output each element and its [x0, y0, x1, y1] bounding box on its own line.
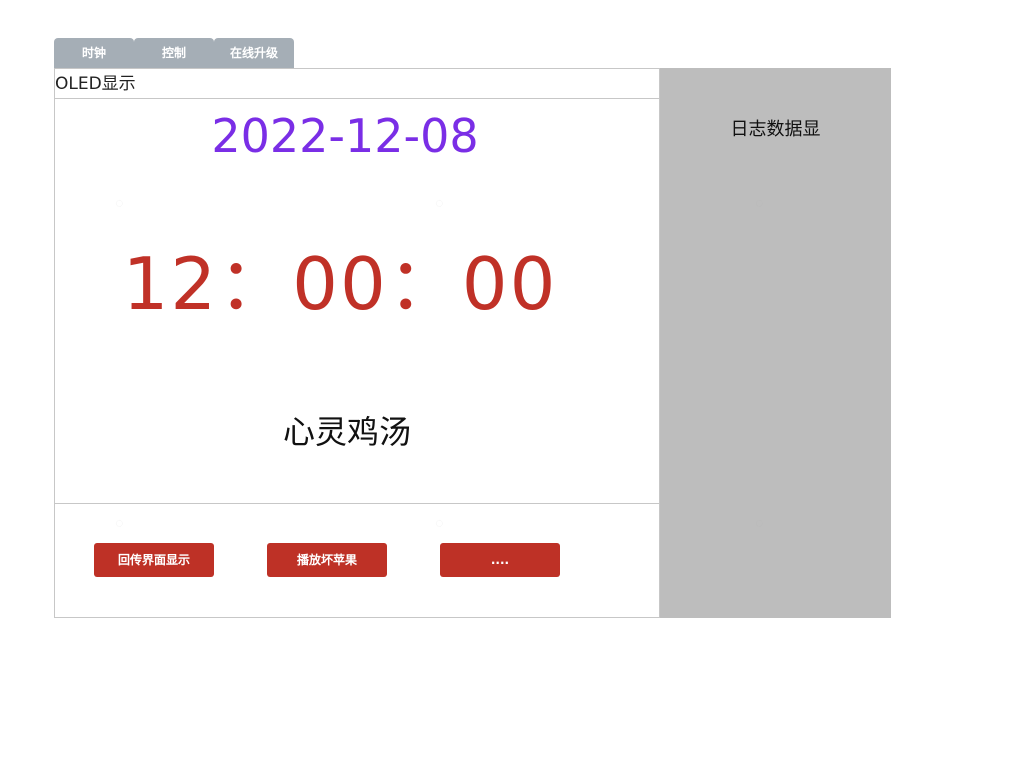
tab-control[interactable]: 控制 — [134, 38, 214, 68]
oled-panel-title: OLED显示 — [55, 69, 659, 99]
more-button[interactable]: .... — [440, 543, 560, 577]
oled-time: 12：00：00 — [122, 242, 558, 326]
tab-clock[interactable]: 时钟 — [54, 38, 134, 68]
panel-divider — [54, 503, 660, 504]
play-bad-apple-button[interactable]: 播放坏苹果 — [267, 543, 387, 577]
oled-quote: 心灵鸡汤 — [282, 413, 411, 451]
return-screen-display-button[interactable]: 回传界面显示 — [94, 543, 214, 577]
tab-online-upgrade[interactable]: 在线升级 — [214, 38, 294, 68]
tab-bar: 时钟 控制 在线升级 — [54, 38, 294, 68]
log-data-panel: 日志数据显 — [660, 68, 891, 618]
log-panel-title: 日志数据显 — [730, 119, 821, 140]
oled-date: 2022-12-08 — [211, 109, 479, 163]
